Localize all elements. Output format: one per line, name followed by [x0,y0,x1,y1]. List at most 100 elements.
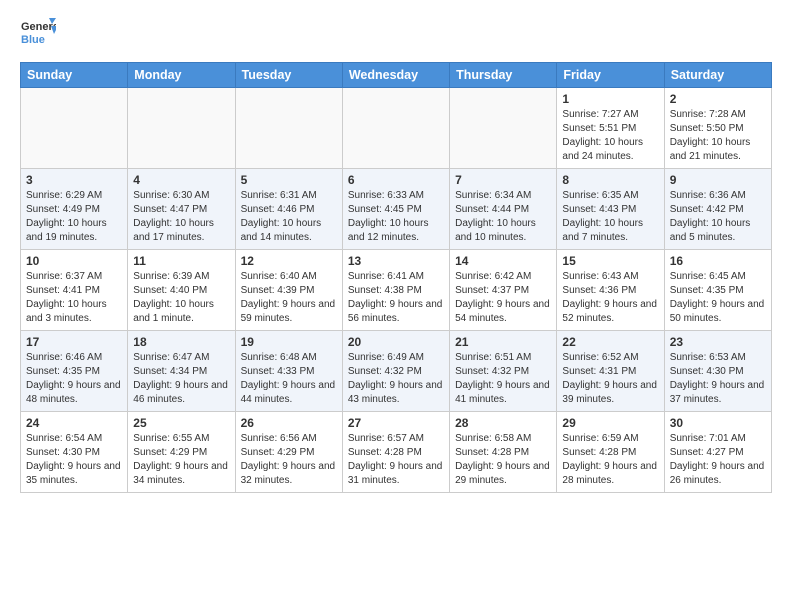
day-info: Sunrise: 6:42 AM Sunset: 4:37 PM Dayligh… [455,270,551,326]
day-number: 10 [26,254,122,268]
day-info: Sunrise: 6:46 AM Sunset: 4:35 PM Dayligh… [26,351,122,407]
week-row-5: 24 Sunrise: 6:54 AM Sunset: 4:30 PM Dayli… [21,412,772,493]
day-cell: 28Sunrise: 6:58 AM Sunset: 4:28 PM Dayli… [450,412,557,493]
day-number: 17 [26,335,122,349]
day-info: Sunrise: 6:56 AM Sunset: 4:29 PM Dayligh… [241,432,337,488]
day-cell: 5Sunrise: 6:31 AM Sunset: 4:46 PM Daylig… [235,169,342,250]
day-info: Sunrise: 6:51 AM Sunset: 4:32 PM Dayligh… [455,351,551,407]
logo: General Blue [20,16,56,52]
day-cell [450,88,557,169]
column-header-friday: Friday [557,63,664,88]
day-number: 18 [133,335,229,349]
day-number: 20 [348,335,444,349]
day-cell: 24 Sunrise: 6:54 AM Sunset: 4:30 PM Dayli… [21,412,128,493]
day-number: 12 [241,254,337,268]
week-row-1: 1 Sunrise: 7:27 AM Sunset: 5:51 PM Daylig… [21,88,772,169]
svg-text:Blue: Blue [21,34,45,46]
day-info: Sunrise: 6:49 AM Sunset: 4:32 PM Dayligh… [348,351,444,407]
day-info: Sunrise: 7:27 AM Sunset: 5:51 PM Dayligh… [562,108,658,164]
day-number: 3 [26,173,122,187]
day-number: 26 [241,416,337,430]
day-info: Sunrise: 6:43 AM Sunset: 4:36 PM Dayligh… [562,270,658,326]
day-cell: 27 Sunrise: 6:57 AM Sunset: 4:28 PM Dayli… [342,412,449,493]
day-number: 4 [133,173,229,187]
day-info: Sunrise: 6:53 AM Sunset: 4:30 PM Dayligh… [670,351,766,407]
column-header-thursday: Thursday [450,63,557,88]
day-number: 6 [348,173,444,187]
day-info: Sunrise: 6:29 AM Sunset: 4:49 PM Dayligh… [26,189,122,245]
header: General Blue [20,16,772,52]
day-cell: 14 Sunrise: 6:42 AM Sunset: 4:37 PM Dayli… [450,250,557,331]
column-header-wednesday: Wednesday [342,63,449,88]
day-cell: 22Sunrise: 6:52 AM Sunset: 4:31 PM Dayli… [557,331,664,412]
day-cell: 15 Sunrise: 6:43 AM Sunset: 4:36 PM Dayli… [557,250,664,331]
day-number: 14 [455,254,551,268]
day-cell: 18 Sunrise: 6:47 AM Sunset: 4:34 PM Dayli… [128,331,235,412]
day-cell: 25 Sunrise: 6:55 AM Sunset: 4:29 PM Dayli… [128,412,235,493]
day-cell: 10 Sunrise: 6:37 AM Sunset: 4:41 PM Dayli… [21,250,128,331]
day-info: Sunrise: 6:47 AM Sunset: 4:34 PM Dayligh… [133,351,229,407]
day-number: 11 [133,254,229,268]
day-cell: 7 Sunrise: 6:34 AM Sunset: 4:44 PM Daylig… [450,169,557,250]
day-number: 2 [670,92,766,106]
day-cell: 17 Sunrise: 6:46 AM Sunset: 4:35 PM Dayli… [21,331,128,412]
day-info: Sunrise: 6:41 AM Sunset: 4:38 PM Dayligh… [348,270,444,326]
day-number: 1 [562,92,658,106]
day-info: Sunrise: 6:37 AM Sunset: 4:41 PM Dayligh… [26,270,122,326]
day-cell: 29 Sunrise: 6:59 AM Sunset: 4:28 PM Dayli… [557,412,664,493]
day-cell: 26 Sunrise: 6:56 AM Sunset: 4:29 PM Dayli… [235,412,342,493]
day-cell: 9 Sunrise: 6:36 AM Sunset: 4:42 PM Daylig… [664,169,771,250]
day-info: Sunrise: 6:57 AM Sunset: 4:28 PM Dayligh… [348,432,444,488]
day-info: Sunrise: 6:48 AM Sunset: 4:33 PM Dayligh… [241,351,337,407]
day-number: 19 [241,335,337,349]
day-cell: 11Sunrise: 6:39 AM Sunset: 4:40 PM Dayli… [128,250,235,331]
week-row-2: 3 Sunrise: 6:29 AM Sunset: 4:49 PM Daylig… [21,169,772,250]
day-info: Sunrise: 6:34 AM Sunset: 4:44 PM Dayligh… [455,189,551,245]
day-cell: 12 Sunrise: 6:40 AM Sunset: 4:39 PM Dayli… [235,250,342,331]
day-info: Sunrise: 6:54 AM Sunset: 4:30 PM Dayligh… [26,432,122,488]
day-number: 8 [562,173,658,187]
day-number: 25 [133,416,229,430]
day-cell: 23 Sunrise: 6:53 AM Sunset: 4:30 PM Dayli… [664,331,771,412]
day-cell [21,88,128,169]
day-cell: 8 Sunrise: 6:35 AM Sunset: 4:43 PM Daylig… [557,169,664,250]
day-number: 5 [241,173,337,187]
day-number: 16 [670,254,766,268]
day-info: Sunrise: 6:36 AM Sunset: 4:42 PM Dayligh… [670,189,766,245]
logo-icon: General Blue [20,16,56,52]
day-number: 9 [670,173,766,187]
day-info: Sunrise: 6:30 AM Sunset: 4:47 PM Dayligh… [133,189,229,245]
day-number: 27 [348,416,444,430]
day-cell: 30 Sunrise: 7:01 AM Sunset: 4:27 PM Dayli… [664,412,771,493]
day-number: 15 [562,254,658,268]
week-row-3: 10 Sunrise: 6:37 AM Sunset: 4:41 PM Dayli… [21,250,772,331]
day-info: Sunrise: 6:35 AM Sunset: 4:43 PM Dayligh… [562,189,658,245]
day-number: 22 [562,335,658,349]
day-info: Sunrise: 7:01 AM Sunset: 4:27 PM Dayligh… [670,432,766,488]
day-number: 29 [562,416,658,430]
day-info: Sunrise: 6:45 AM Sunset: 4:35 PM Dayligh… [670,270,766,326]
day-cell: 4 Sunrise: 6:30 AM Sunset: 4:47 PM Daylig… [128,169,235,250]
day-cell: 3 Sunrise: 6:29 AM Sunset: 4:49 PM Daylig… [21,169,128,250]
day-number: 7 [455,173,551,187]
day-cell: 1 Sunrise: 7:27 AM Sunset: 5:51 PM Daylig… [557,88,664,169]
column-header-saturday: Saturday [664,63,771,88]
day-cell: 20 Sunrise: 6:49 AM Sunset: 4:32 PM Dayli… [342,331,449,412]
day-number: 24 [26,416,122,430]
day-number: 30 [670,416,766,430]
week-row-4: 17 Sunrise: 6:46 AM Sunset: 4:35 PM Dayli… [21,331,772,412]
column-header-sunday: Sunday [21,63,128,88]
svg-text:General: General [21,21,56,33]
day-info: Sunrise: 6:33 AM Sunset: 4:45 PM Dayligh… [348,189,444,245]
page: General Blue SundayMondayTuesdayWednesda… [0,0,792,503]
calendar-table: SundayMondayTuesdayWednesdayThursdayFrid… [20,62,772,493]
day-cell: 21Sunrise: 6:51 AM Sunset: 4:32 PM Dayli… [450,331,557,412]
day-number: 28 [455,416,551,430]
day-info: Sunrise: 6:40 AM Sunset: 4:39 PM Dayligh… [241,270,337,326]
day-info: Sunrise: 7:28 AM Sunset: 5:50 PM Dayligh… [670,108,766,164]
day-info: Sunrise: 6:55 AM Sunset: 4:29 PM Dayligh… [133,432,229,488]
day-number: 23 [670,335,766,349]
day-info: Sunrise: 6:59 AM Sunset: 4:28 PM Dayligh… [562,432,658,488]
day-number: 13 [348,254,444,268]
day-cell [342,88,449,169]
